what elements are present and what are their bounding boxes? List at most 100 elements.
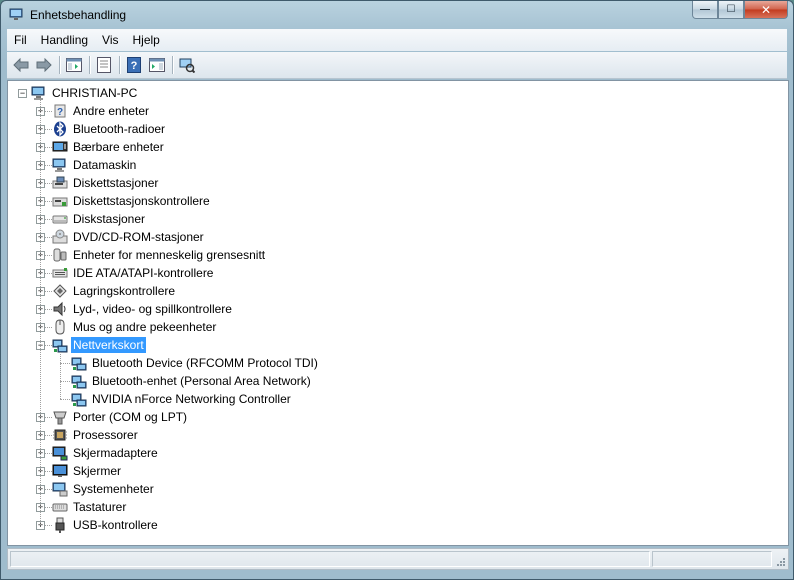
toolbar-separator [59,56,60,74]
show-hide-console-tree-icon [66,58,82,72]
device-tree-panel[interactable]: − CHRISTIAN-PC +? Andre enheter + Bluetooth-r… [7,80,789,546]
tree-item-label: Diskettstasjonskontrollere [73,194,210,208]
collapse-toggle[interactable]: − [18,89,27,98]
tree-category[interactable]: Mus og andre pekeenheter [52,318,218,336]
network-adapter-icon [71,393,87,407]
tree-device-item[interactable]: Bluetooth Device (RFCOMM Protocol TDI) [71,354,320,372]
tree-connector [44,417,52,419]
back-icon [13,58,29,72]
tree-item-label: Porter (COM og LPT) [73,410,188,424]
network-adapter-icon [71,375,87,389]
tree-item-label: USB-kontrollere [73,518,158,532]
back-button[interactable] [11,55,31,75]
network-adapter-icon [71,357,87,371]
monitor-icon [52,464,68,477]
sound-icon [53,301,66,317]
tree-connector [44,525,52,527]
tree-category[interactable]: Prosessorer [52,426,140,444]
tree-category[interactable]: Diskettstasjonskontrollere [52,192,212,210]
ide-controller-icon [52,268,68,278]
tree-connector [60,399,70,401]
tree-item-label: Bluetooth-enhet (Personal Area Network) [92,374,311,388]
tree-item-label: Diskettstasjoner [73,176,159,190]
svg-text:?: ? [131,60,138,72]
tree-category[interactable]: USB-kontrollere [52,516,160,534]
menu-bar: Fil Handling Vis Hjelp [7,29,787,51]
tree-category[interactable]: Porter (COM og LPT) [52,408,189,426]
tree-category[interactable]: IDE ATA/ATAPI-kontrollere [52,264,215,282]
disk-drive-icon [52,215,68,224]
properties-button[interactable] [94,55,114,75]
show-hide-action-pane-button[interactable] [147,55,167,75]
minimize-button[interactable]: — [692,1,718,19]
tree-category[interactable]: Nettverkskort [52,336,147,354]
tree-category[interactable]: ? Andre enheter [52,102,151,120]
tree-category[interactable]: Enheter for menneskelig grensesnitt [52,246,267,264]
mouse-icon [55,319,65,335]
tree-connector [60,352,62,399]
tree-item-label: Prosessorer [73,428,138,442]
title-bar[interactable]: Enhetsbehandling — ☐ ✕ [1,1,793,29]
tree-connector [44,219,52,221]
menu-action[interactable]: Handling [34,29,95,51]
tree-item-label: Lyd-, video- og spillkontrollere [73,302,232,316]
tree-item-label: DVD/CD-ROM-stasjoner [73,230,204,244]
menu-help[interactable]: Hjelp [126,29,167,51]
tree-connector [44,129,52,131]
tree-category[interactable]: Tastaturer [52,498,128,516]
properties-icon [97,57,111,73]
tree-connector [44,327,52,329]
tree-connector [44,147,52,149]
tree-category[interactable]: Lagringskontrollere [52,282,177,300]
tree-item-label: Bluetooth Device (RFCOMM Protocol TDI) [92,356,318,370]
window-controls: — ☐ ✕ [692,1,788,21]
floppy-controller-icon [52,197,68,207]
tree-connector [44,345,52,347]
device-tree: − CHRISTIAN-PC +? Andre enheter + Bluetooth-r… [8,81,788,545]
tree-category[interactable]: Lyd-, video- og spillkontrollere [52,300,234,318]
tree-connector [44,507,52,509]
tree-item-label: Systemenheter [73,482,154,496]
forward-button[interactable] [34,55,54,75]
tree-connector [44,291,52,293]
scan-hardware-button[interactable] [177,55,197,75]
tree-item-label: Enheter for menneskelig grensesnitt [73,248,266,262]
tree-category[interactable]: Skjermer [52,462,123,480]
tree-connector [44,237,52,239]
tree-category[interactable]: Diskstasjoner [52,210,147,228]
svg-text:?: ? [57,107,63,118]
tree-category[interactable]: Skjermadaptere [52,444,160,462]
close-button[interactable]: ✕ [744,1,788,19]
tree-category[interactable]: Datamaskin [52,156,138,174]
menu-view[interactable]: Vis [95,29,125,51]
help-button[interactable]: ? [124,55,144,75]
tree-connector [44,201,52,203]
tree-item-label: Skjermer [73,464,122,478]
tree-category[interactable]: DVD/CD-ROM-stasjoner [52,228,206,246]
computer-icon [31,86,45,100]
window-title: Enhetsbehandling [30,8,127,22]
tree-device-item[interactable]: Bluetooth-enhet (Personal Area Network) [71,372,313,390]
tree-category[interactable]: Bærbare enheter [52,138,166,156]
menu-file[interactable]: Fil [7,29,34,51]
tree-category[interactable]: Diskettstasjoner [52,174,160,192]
hid-icon [53,248,67,262]
tree-category[interactable]: Systemenheter [52,480,156,498]
storage-controller-icon [53,284,67,298]
resize-grip-icon[interactable] [776,557,786,567]
tree-item-label: Diskstasjoner [73,212,146,226]
help-icon: ? [127,57,141,73]
tree-connector [44,435,52,437]
tree-device-item[interactable]: NVIDIA nForce Networking Controller [71,390,293,408]
tree-connector [44,183,52,185]
tree-root[interactable]: CHRISTIAN-PC [31,84,139,102]
tree-item-label: Bærbare enheter [73,140,164,154]
toolbar-separator [89,56,90,74]
tree-item-label: NVIDIA nForce Networking Controller [92,392,291,406]
show-hide-console-tree-button[interactable] [64,55,84,75]
maximize-button[interactable]: ☐ [718,1,744,19]
tree-item-label: Andre enheter [73,104,150,118]
tree-category[interactable]: Bluetooth-radioer [52,120,167,138]
processor-icon [53,429,67,441]
device-manager-icon [9,8,23,20]
